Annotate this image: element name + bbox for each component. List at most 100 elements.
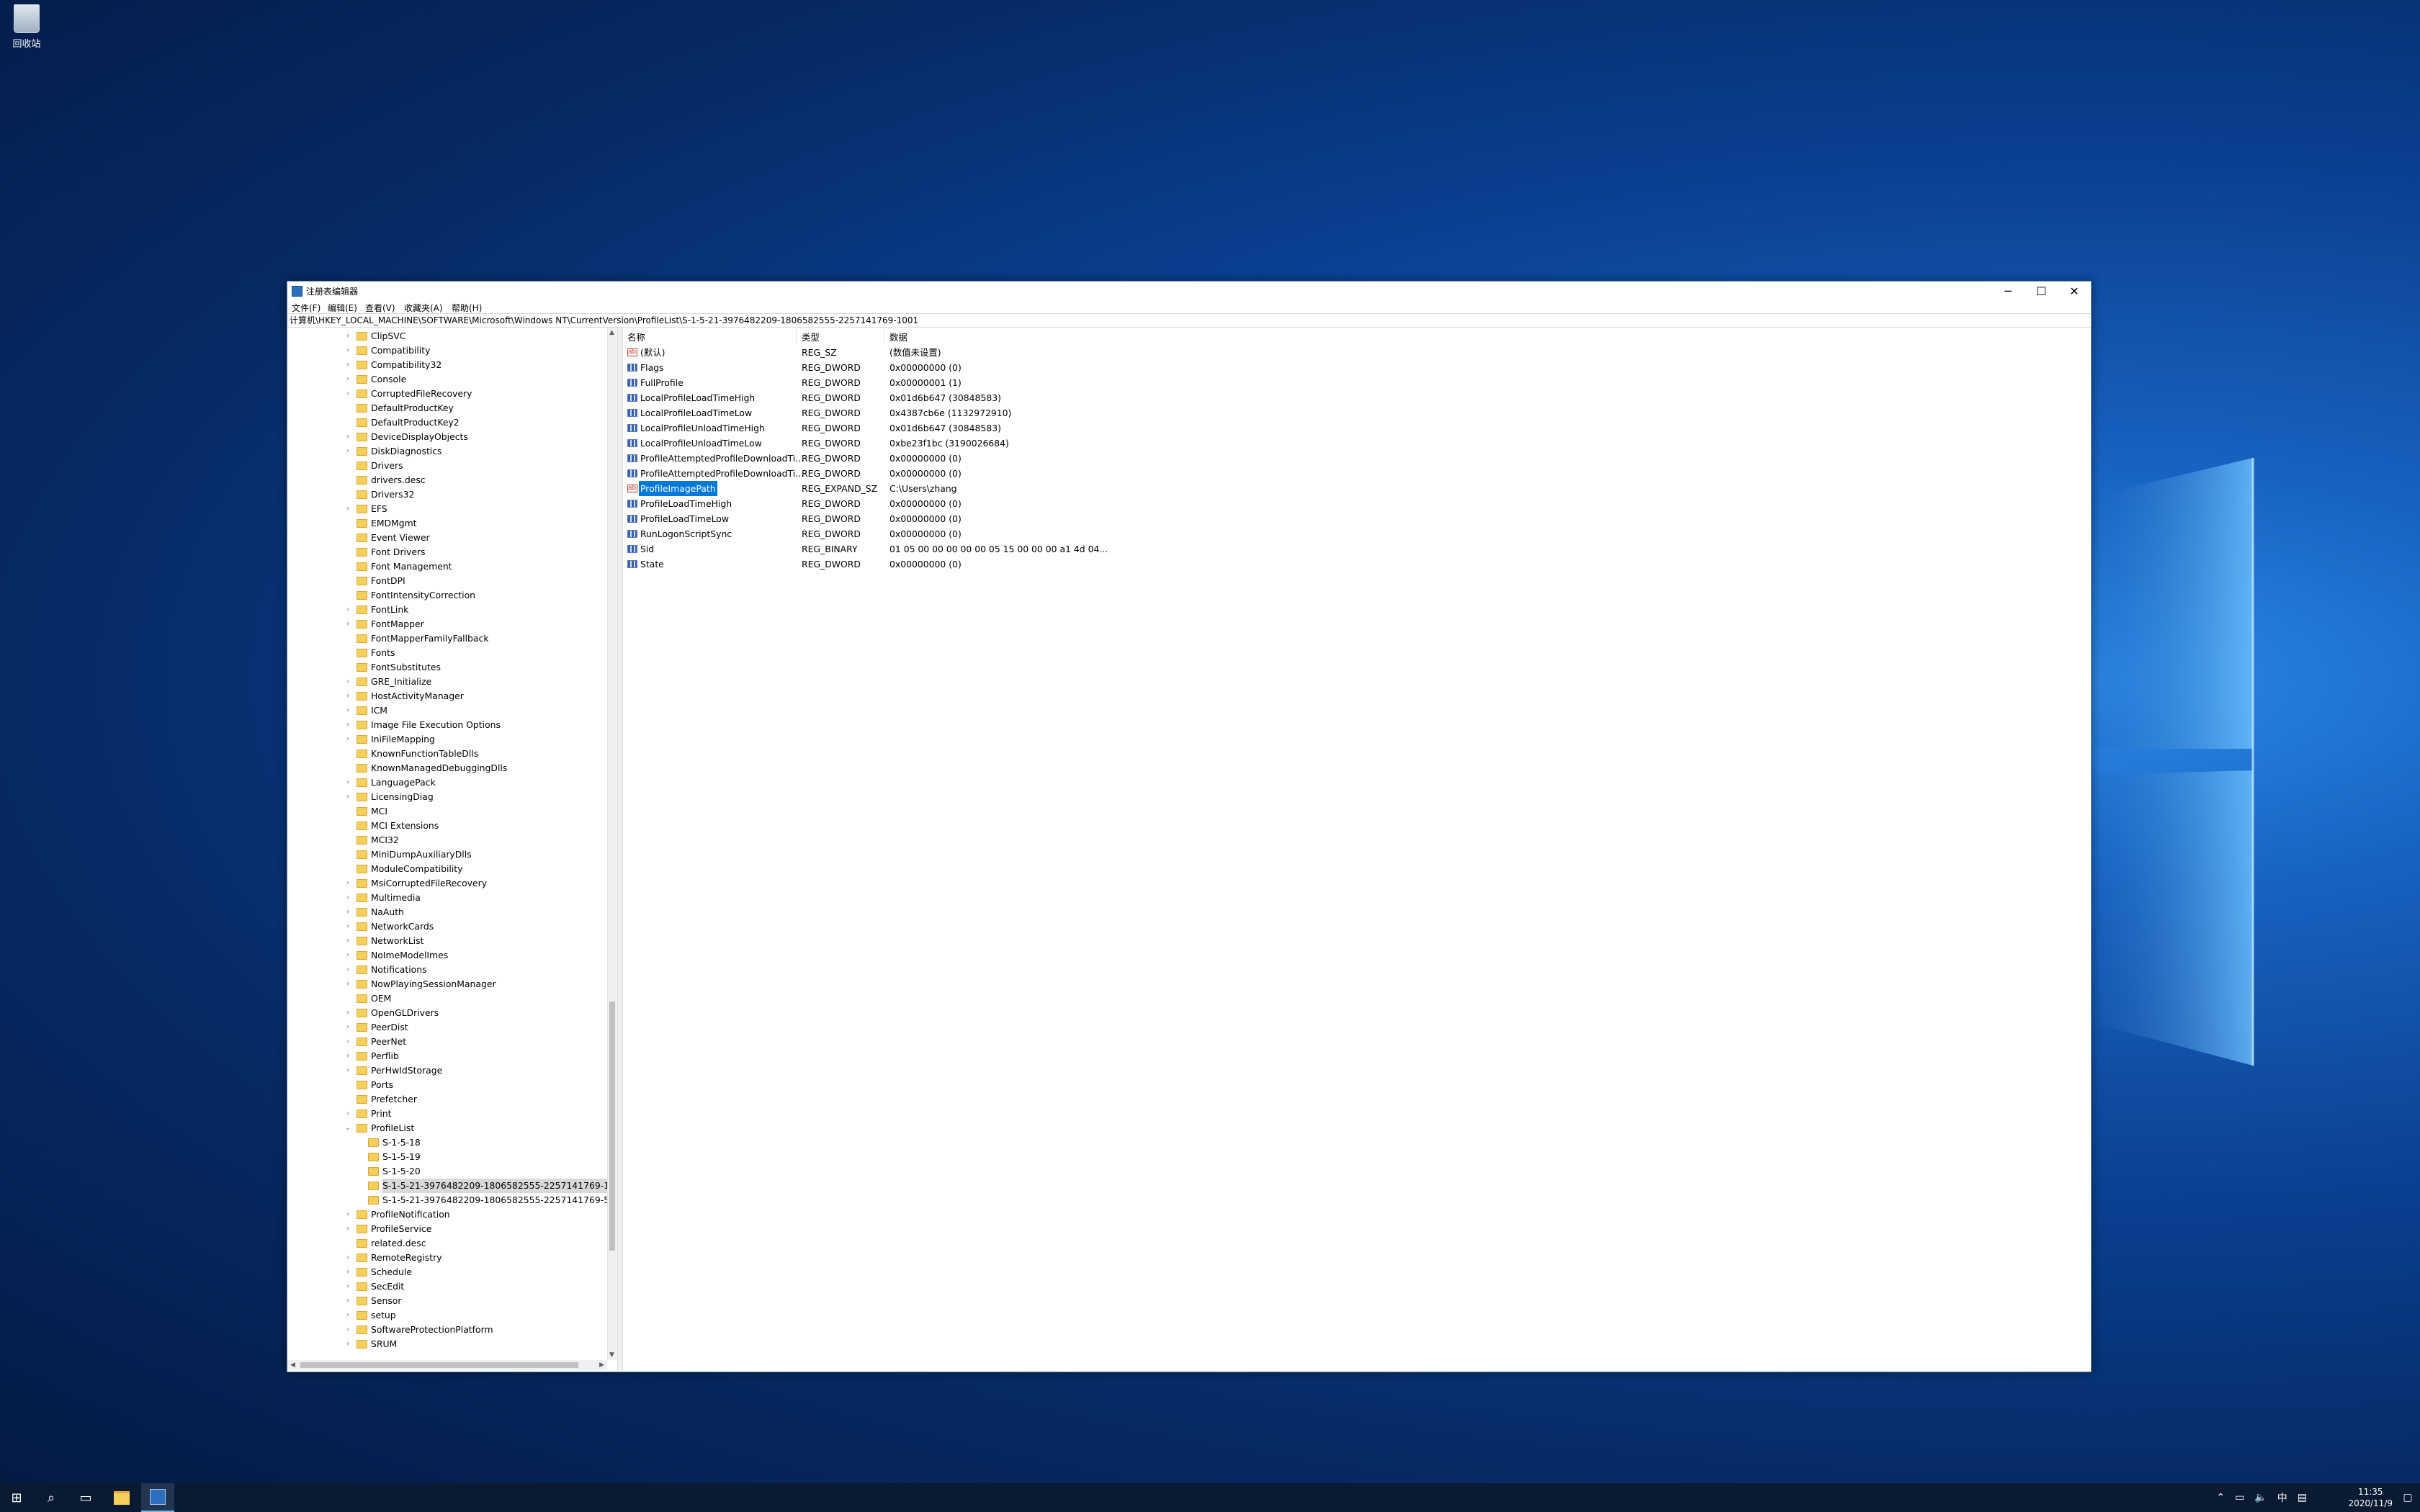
expand-chevron-icon[interactable]: › [344,934,352,948]
value-row[interactable]: (默认) REG_SZ (数值未设置) [623,345,1487,360]
pane-splitter[interactable] [617,328,623,1370]
tree-item[interactable]: › MsiCorruptedFileRecovery [287,876,607,891]
minimize-button[interactable]: ─ [1991,282,2025,300]
tree-item[interactable]: › ClipSVC [287,329,607,343]
tree-item[interactable]: › GRE_Initialize [287,675,607,689]
tree-item[interactable]: › ICM [287,703,607,718]
file-explorer-taskbar-button[interactable] [105,1483,138,1512]
scroll-up-icon[interactable]: ▲ [609,329,614,336]
volume-icon[interactable]: 🔈 [2254,1492,2267,1503]
tree-item[interactable]: › IniFileMapping [287,732,607,747]
expand-chevron-icon[interactable]: › [344,948,352,963]
tree-item[interactable]: FontDPI [287,574,607,588]
tree-item[interactable]: › Schedule [287,1265,607,1279]
tree-item[interactable]: › ProfileService [287,1222,607,1236]
expand-chevron-icon[interactable]: › [344,387,352,401]
tree-item[interactable]: S-1-5-21-3976482209-1806582555-225714176… [287,1179,613,1193]
tree-vertical-scroll-thumb[interactable] [609,1002,615,1251]
maximize-button[interactable]: ☐ [2025,282,2058,300]
expand-chevron-icon[interactable]: › [344,905,352,919]
expand-chevron-icon[interactable]: › [344,689,352,703]
tree-item[interactable]: KnownFunctionTableDlls [287,747,607,761]
value-row[interactable]: Sid REG_BINARY 01 05 00 00 00 00 00 05 15 … [623,541,1487,557]
expand-chevron-icon[interactable]: › [344,502,352,516]
tree-item[interactable]: › ProfileNotification [287,1207,607,1222]
title-bar[interactable]: 注册表编辑器 ─ ☐ ✕ [287,282,2091,300]
tree-item[interactable]: › HostActivityManager [287,689,607,703]
tree-item[interactable]: Font Drivers [287,545,607,559]
tree-item[interactable]: S-1-5-20 [287,1164,607,1179]
tree-item[interactable]: › SecEdit [287,1279,607,1294]
recycle-bin[interactable]: 回收站 [6,4,48,50]
tree-item[interactable]: › Console [287,372,607,387]
tree-item[interactable]: EMDMgmt [287,516,607,531]
tree-item[interactable]: KnownManagedDebuggingDlls [287,761,607,775]
tree-item[interactable]: FontIntensityCorrection [287,588,607,603]
expand-chevron-icon[interactable]: › [344,617,352,631]
expand-chevron-icon[interactable]: › [344,675,352,689]
tree-item[interactable]: drivers.desc [287,473,607,487]
value-row[interactable]: LocalProfileLoadTimeHigh REG_DWORD 0x01d6b… [623,390,1487,405]
expand-chevron-icon[interactable]: › [344,891,352,905]
tree-item[interactable]: S-1-5-18 [287,1135,607,1150]
expand-chevron-icon[interactable]: › [344,1265,352,1279]
column-separator[interactable] [796,329,797,343]
regedit-taskbar-button[interactable] [141,1483,174,1512]
scroll-right-icon[interactable]: ▶ [599,1362,604,1369]
task-view-button[interactable]: ▭ [69,1483,102,1512]
tree-item[interactable]: Drivers [287,459,607,473]
expand-chevron-icon[interactable]: › [344,329,352,343]
value-row[interactable]: ProfileAttemptedProfileDownloadTi... REG_… [623,451,1487,466]
expand-chevron-icon[interactable]: › [344,1207,352,1222]
expand-chevron-icon[interactable]: › [344,790,352,804]
column-header-type[interactable]: 类型 [802,330,820,343]
tree-item[interactable]: ModuleCompatibility [287,862,607,876]
tree-item[interactable]: › SoftwareProtectionPlatform [287,1323,607,1337]
tree-horizontal-scroll-thumb[interactable] [300,1362,578,1368]
expand-chevron-icon[interactable]: › [344,603,352,617]
collapse-chevron-icon[interactable]: ⌄ [344,1121,352,1135]
menu-file[interactable]: 文件(F) [292,302,321,314]
value-row[interactable]: State REG_DWORD 0x00000000 (0) [623,557,1487,572]
tree-item[interactable]: ⌄ ProfileList [287,1121,607,1135]
scroll-left-icon[interactable]: ◀ [290,1362,295,1369]
tree-item[interactable]: › LicensingDiag [287,790,607,804]
expand-chevron-icon[interactable]: › [344,703,352,718]
network-icon[interactable]: ▭ [2235,1492,2244,1503]
tree-item[interactable]: › LanguagePack [287,775,607,790]
tree-item[interactable]: › CorruptedFileRecovery [287,387,607,401]
tree-item[interactable]: OEM [287,991,607,1006]
expand-chevron-icon[interactable]: › [344,1006,352,1020]
expand-chevron-icon[interactable]: › [344,1323,352,1337]
expand-chevron-icon[interactable]: › [344,1294,352,1308]
tree-item[interactable]: MCI32 [287,833,607,847]
expand-chevron-icon[interactable]: › [344,732,352,747]
expand-chevron-icon[interactable]: › [344,963,352,977]
tree-item[interactable]: › Compatibility [287,343,607,358]
tree-item[interactable]: Event Viewer [287,531,607,545]
tree-item[interactable]: DefaultProductKey [287,401,607,415]
start-button[interactable]: ⊞ [0,1483,33,1512]
expand-chevron-icon[interactable]: › [344,358,352,372]
tree-item[interactable]: › Perflib [287,1049,607,1063]
tree-item[interactable]: › OpenGLDrivers [287,1006,607,1020]
menu-view[interactable]: 查看(V) [365,302,395,314]
expand-chevron-icon[interactable]: › [344,718,352,732]
menu-edit[interactable]: 编辑(E) [328,302,357,314]
menu-help[interactable]: 帮助(H) [452,302,482,314]
tree-item[interactable]: Fonts [287,646,607,660]
tree-item[interactable]: › NaAuth [287,905,607,919]
tree-item[interactable]: › Image File Execution Options [287,718,607,732]
tree-item[interactable]: › Compatibility32 [287,358,607,372]
expand-chevron-icon[interactable]: › [344,430,352,444]
tree-item[interactable]: › NetworkList [287,934,607,948]
value-row[interactable]: LocalProfileUnloadTimeLow REG_DWORD 0xbe23… [623,436,1487,451]
tree-item[interactable]: › RemoteRegistry [287,1251,607,1265]
tree-item[interactable]: S-1-5-21-3976482209-1806582555-225714176… [287,1193,613,1207]
tree-item[interactable]: › Sensor [287,1294,607,1308]
tree-item[interactable]: › setup [287,1308,607,1323]
close-button[interactable]: ✕ [2058,282,2091,300]
tree-item[interactable]: › FontLink [287,603,607,617]
value-row[interactable]: LocalProfileUnloadTimeHigh REG_DWORD 0x01d… [623,420,1487,436]
tree-item[interactable]: › EFS [287,502,607,516]
